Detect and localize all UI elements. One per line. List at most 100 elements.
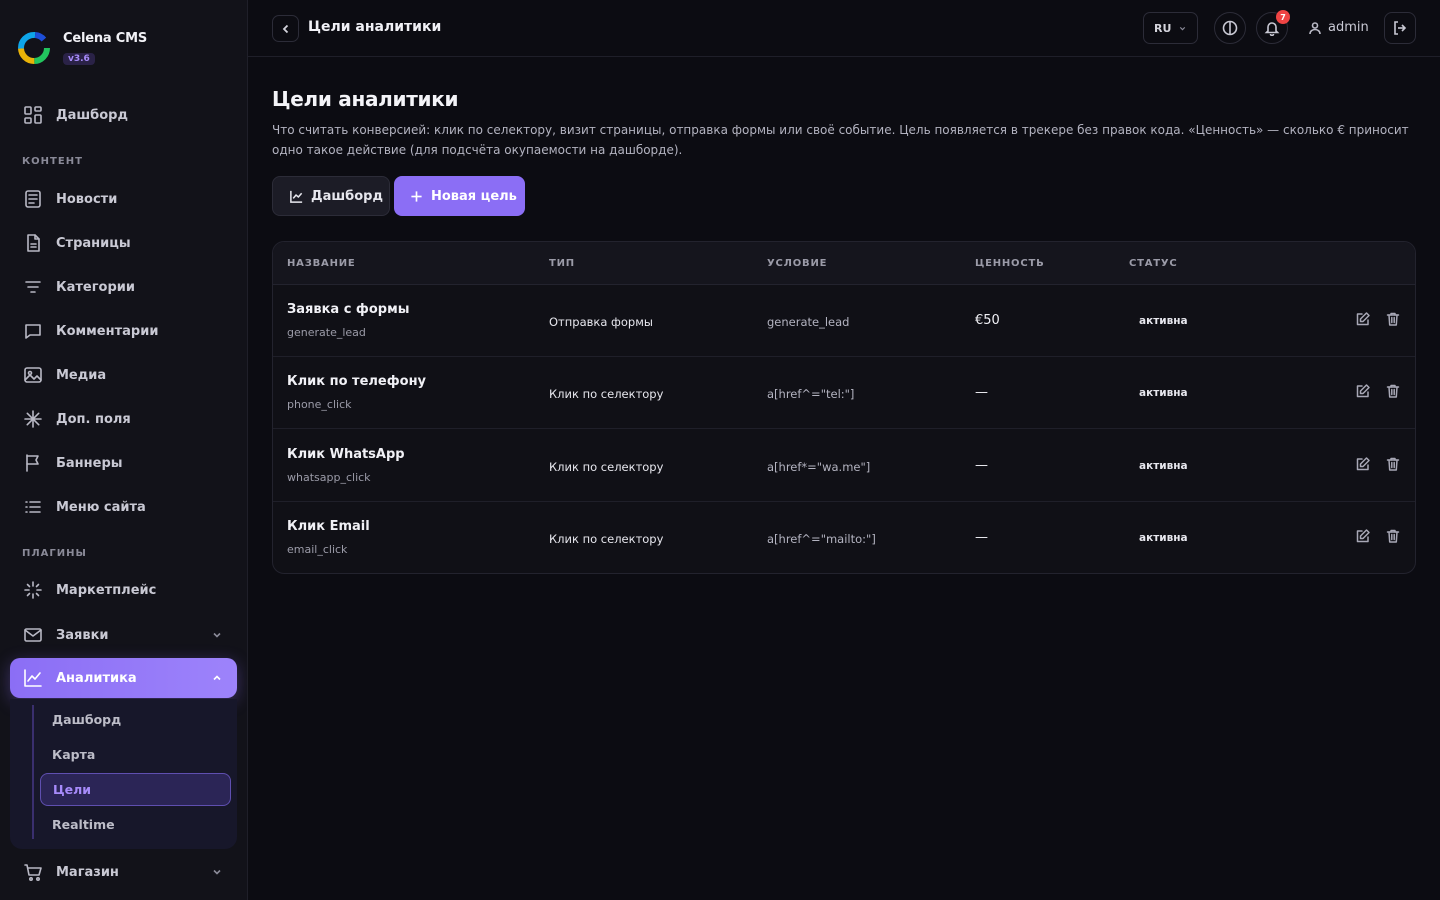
- new-goal-button[interactable]: Новая цель: [394, 176, 525, 216]
- comments-icon: [22, 320, 44, 342]
- edit-icon[interactable]: [1355, 383, 1371, 399]
- goal-value: —: [975, 458, 988, 473]
- trash-icon[interactable]: [1385, 528, 1401, 544]
- column-header-condition[interactable]: УСЛОВИЕ: [767, 258, 827, 269]
- sidebar-item-categories[interactable]: Категории: [10, 267, 237, 307]
- goal-value: —: [975, 385, 988, 400]
- goal-type: Клик по селектору: [549, 460, 664, 474]
- table-row: Заявка с формы generate_lead Отправка фо…: [273, 285, 1415, 357]
- section-label-content: КОНТЕНТ: [22, 156, 83, 167]
- sidebar-item-label: Магазин: [56, 864, 119, 880]
- sidebar-item-label: Комментарии: [56, 323, 159, 339]
- sidebar-item-label: Баннеры: [56, 455, 123, 471]
- sidebar-item-fields[interactable]: Доп. поля: [10, 399, 237, 439]
- submenu-rail: [32, 705, 34, 839]
- goal-value: €50: [975, 313, 1000, 328]
- trash-icon[interactable]: [1385, 383, 1401, 399]
- top-header: Цели аналитики RU 7 admin: [248, 0, 1440, 57]
- dashboard-button[interactable]: Дашборд: [272, 176, 390, 216]
- submenu-item-goals[interactable]: Цели: [40, 773, 231, 806]
- goal-name: Заявка с формы: [287, 302, 410, 317]
- plus-icon: [411, 190, 422, 202]
- edit-icon[interactable]: [1355, 528, 1371, 544]
- goal-name: Клик по телефону: [287, 374, 427, 389]
- goal-name: Клик WhatsApp: [287, 447, 405, 462]
- sidebar-item-label: Заявки: [56, 627, 109, 643]
- status-badge: активна: [1139, 315, 1188, 327]
- submenu-item-dashboard[interactable]: Дашборд: [40, 703, 231, 736]
- goal-key: email_click: [287, 543, 348, 556]
- column-header-status[interactable]: СТАТУС: [1129, 258, 1178, 269]
- sidebar-item-label: Аналитика: [56, 670, 137, 686]
- brand[interactable]: Celena CMS v3.6: [16, 30, 147, 66]
- user-menu[interactable]: admin: [1308, 20, 1369, 35]
- sidebar-item-label: Меню сайта: [56, 499, 146, 515]
- table-header: НАЗВАНИЕ ТИП УСЛОВИЕ ЦЕННОСТЬ СТАТУС: [273, 242, 1415, 285]
- sidebar-item-pages[interactable]: Страницы: [10, 223, 237, 263]
- edit-icon[interactable]: [1355, 456, 1371, 472]
- dashboard-icon: [22, 104, 44, 126]
- status-badge: активна: [1139, 387, 1188, 399]
- goal-condition: a[href^="tel:"]: [767, 387, 855, 401]
- goal-condition: a[href*="wa.me"]: [767, 460, 871, 474]
- goal-condition: generate_lead: [767, 315, 850, 329]
- edit-icon[interactable]: [1355, 311, 1371, 327]
- sidebar-item-site-menu[interactable]: Меню сайта: [10, 487, 237, 527]
- sidebar-item-media[interactable]: Медиа: [10, 355, 237, 395]
- sidebar-item-requests[interactable]: Заявки: [10, 615, 237, 655]
- table-row: Клик по телефону phone_click Клик по сел…: [273, 357, 1415, 429]
- language-value: RU: [1154, 21, 1172, 35]
- user-name: admin: [1328, 20, 1369, 35]
- sidebar-item-shop[interactable]: Магазин: [10, 852, 237, 892]
- mail-icon: [22, 624, 44, 646]
- goal-key: phone_click: [287, 398, 352, 411]
- sidebar-item-label: Категории: [56, 279, 135, 295]
- section-label-plugins: ПЛАГИНЫ: [22, 548, 87, 559]
- marketplace-icon: [22, 579, 44, 601]
- submenu-item-map[interactable]: Карта: [40, 738, 231, 771]
- notifications-button[interactable]: 7: [1256, 10, 1290, 44]
- sidebar-item-dashboard[interactable]: Дашборд: [10, 95, 237, 135]
- sidebar-item-label: Медиа: [56, 367, 107, 383]
- contrast-icon: [1222, 20, 1238, 36]
- theme-toggle-button[interactable]: [1214, 12, 1246, 44]
- column-header-type[interactable]: ТИП: [549, 258, 575, 269]
- sidebar-item-label: Маркетплейс: [56, 582, 157, 598]
- status-badge: активна: [1139, 460, 1188, 472]
- logout-button[interactable]: [1384, 12, 1416, 44]
- sidebar-item-banners[interactable]: Баннеры: [10, 443, 237, 483]
- dashboard-button-label: Дашборд: [311, 188, 383, 204]
- chart-line-icon: [290, 190, 303, 203]
- media-icon: [22, 364, 44, 386]
- trash-icon[interactable]: [1385, 456, 1401, 472]
- chevron-down-icon: [1180, 26, 1186, 30]
- column-header-value[interactable]: ЦЕННОСТЬ: [975, 258, 1045, 269]
- language-select[interactable]: RU: [1143, 12, 1198, 44]
- sidebar-item-comments[interactable]: Комментарии: [10, 311, 237, 351]
- categories-icon: [22, 276, 44, 298]
- sidebar-item-news[interactable]: Новости: [10, 179, 237, 219]
- logout-icon: [1394, 21, 1407, 35]
- new-goal-button-label: Новая цель: [431, 188, 517, 204]
- page-title: Цели аналитики: [272, 87, 459, 111]
- goal-type: Клик по селектору: [549, 387, 664, 401]
- cart-icon: [22, 861, 44, 883]
- status-badge: активна: [1139, 532, 1188, 544]
- analytics-submenu: Дашборд Карта Цели Realtime: [10, 699, 237, 849]
- submenu-item-realtime[interactable]: Realtime: [40, 808, 231, 841]
- goal-name: Клик Email: [287, 519, 370, 534]
- goal-key: whatsapp_click: [287, 471, 371, 484]
- trash-icon[interactable]: [1385, 311, 1401, 327]
- user-icon: [1309, 21, 1321, 34]
- menu-icon: [22, 496, 44, 518]
- column-header-name[interactable]: НАЗВАНИЕ: [287, 258, 356, 269]
- sidebar-item-analytics[interactable]: Аналитика: [10, 658, 237, 698]
- sidebar-item-label: Дашборд: [56, 107, 128, 123]
- sidebar-item-label: Новости: [56, 191, 118, 207]
- back-button[interactable]: [272, 15, 299, 42]
- sidebar-item-marketplace[interactable]: Маркетплейс: [10, 570, 237, 610]
- version-badge: v3.6: [63, 53, 95, 65]
- goals-table: НАЗВАНИЕ ТИП УСЛОВИЕ ЦЕННОСТЬ СТАТУС Зая…: [272, 241, 1416, 574]
- page-description: Что считать конверсией: клик по селектор…: [272, 123, 1409, 157]
- celena-logo-icon: [18, 32, 50, 64]
